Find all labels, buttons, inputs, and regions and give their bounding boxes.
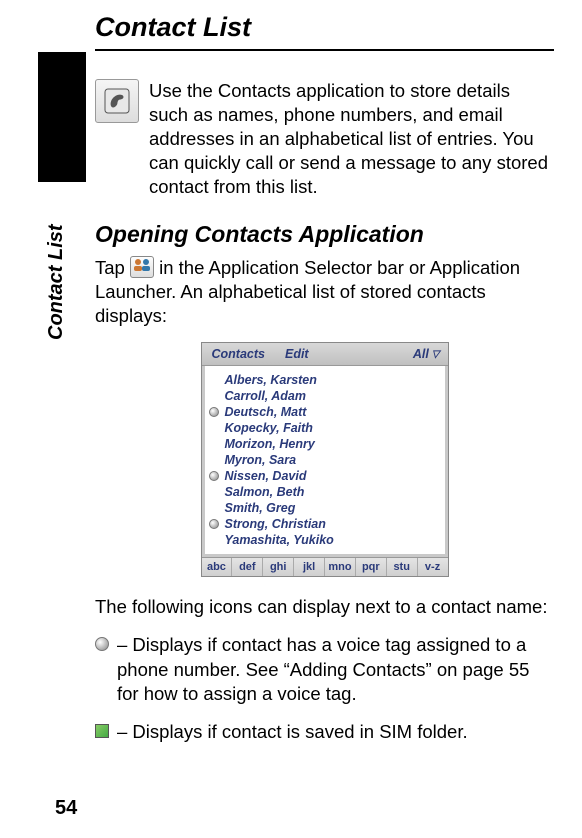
- sim-folder-icon: [95, 724, 109, 738]
- voice-tag-description: – Displays if contact has a voice tag as…: [117, 633, 554, 705]
- screenshot-filter-dropdown[interactable]: All ▽: [405, 343, 448, 365]
- screenshot-list: Albers, Karsten Carroll, Adam Deutsch, M…: [202, 366, 448, 557]
- alpha-key[interactable]: jkl: [294, 558, 325, 576]
- voice-tag-icon: [209, 407, 219, 417]
- alpha-key[interactable]: ghi: [263, 558, 294, 576]
- voice-tag-icon: [209, 519, 219, 529]
- list-item[interactable]: Morizon, Henry: [207, 436, 441, 452]
- alpha-key[interactable]: v-z: [418, 558, 448, 576]
- alpha-key[interactable]: def: [232, 558, 263, 576]
- list-item[interactable]: Albers, Karsten: [207, 372, 441, 388]
- chevron-down-icon: ▽: [432, 349, 440, 360]
- screenshot-menu-edit[interactable]: Edit: [275, 343, 319, 365]
- chapter-title: Contact List: [95, 12, 554, 51]
- list-item[interactable]: Yamashita, Yukiko: [207, 532, 441, 548]
- list-item[interactable]: Carroll, Adam: [207, 388, 441, 404]
- contacts-selector-icon: [130, 256, 154, 278]
- page-number: 54: [55, 797, 77, 820]
- screenshot-header: Contacts Edit All ▽: [202, 343, 448, 366]
- sidebar-chapter-label: Contact List: [45, 224, 68, 340]
- contacts-screenshot: Contacts Edit All ▽ Albers, Karsten Carr…: [201, 342, 449, 577]
- contacts-app-icon: [95, 79, 139, 123]
- section-title-opening: Opening Contacts Application: [95, 221, 554, 248]
- list-item[interactable]: Strong, Christian: [207, 516, 441, 532]
- opening-para-pre: Tap: [95, 257, 130, 278]
- list-item[interactable]: Salmon, Beth: [207, 484, 441, 500]
- intro-paragraph: Use the Contacts application to store de…: [149, 79, 554, 199]
- list-item[interactable]: Nissen, David: [207, 468, 441, 484]
- screenshot-alpha-bar: abc def ghi jkl mno pqr stu v-z: [202, 557, 448, 576]
- voice-tag-icon: [209, 471, 219, 481]
- sim-folder-description: – Displays if contact is saved in SIM fo…: [117, 720, 468, 744]
- opening-paragraph: Tap in the Application Selector bar or A…: [95, 256, 554, 328]
- list-item[interactable]: Smith, Greg: [207, 500, 441, 516]
- list-item[interactable]: Deutsch, Matt: [207, 404, 441, 420]
- alpha-key[interactable]: pqr: [356, 558, 387, 576]
- list-item[interactable]: Myron, Sara: [207, 452, 441, 468]
- screenshot-filter-label: All: [413, 347, 429, 361]
- screenshot-menu-contacts[interactable]: Contacts: [202, 343, 275, 365]
- voice-tag-icon: [95, 637, 109, 651]
- chapter-tab: [38, 52, 86, 182]
- opening-para-post: in the Application Selector bar or Appli…: [95, 257, 520, 326]
- alpha-key[interactable]: mno: [325, 558, 356, 576]
- icons-lead-paragraph: The following icons can display next to …: [95, 595, 554, 619]
- alpha-key[interactable]: abc: [202, 558, 233, 576]
- alpha-key[interactable]: stu: [387, 558, 418, 576]
- list-item[interactable]: Kopecky, Faith: [207, 420, 441, 436]
